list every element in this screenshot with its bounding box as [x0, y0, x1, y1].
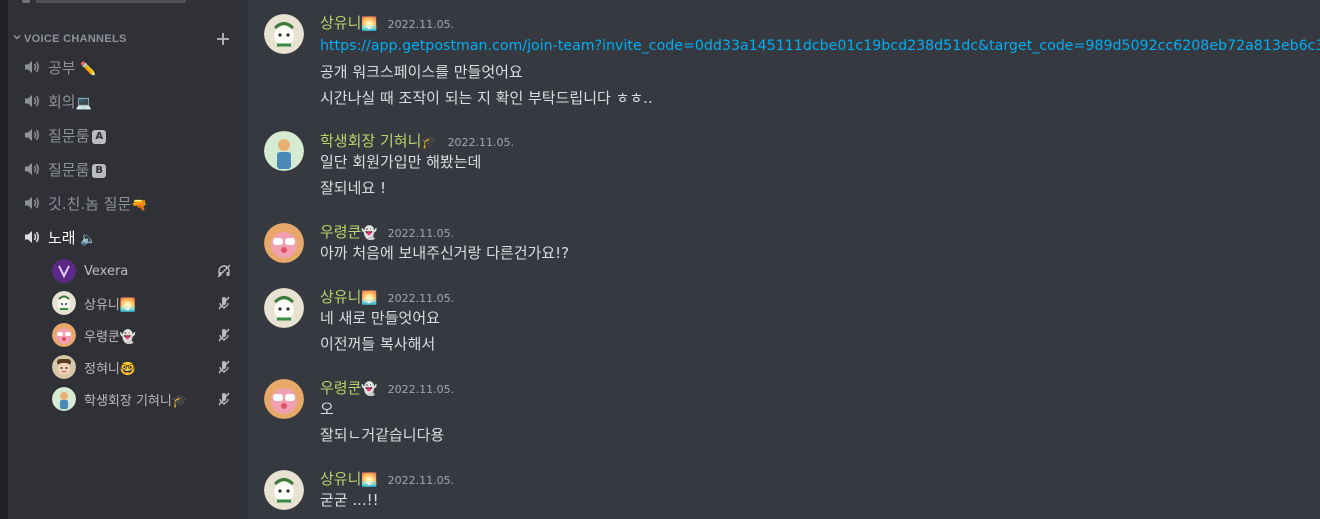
speaker-icon [25, 61, 39, 73]
message-text: 일단 회원가입만 해봤는데 [320, 153, 482, 171]
voice-user-name: Vexera [84, 263, 129, 279]
category-label: VOICE CHANNELS [24, 33, 127, 45]
voice-channels-category[interactable]: VOICE CHANNELS [8, 28, 248, 50]
muted-mic-icon [218, 296, 230, 310]
message-text: 이전꺼들 복사해서 [320, 335, 436, 353]
channel-name: 질문룸 [48, 160, 90, 179]
voice-user-woorung[interactable]: 우령쿤👻 [52, 321, 238, 349]
ghost-icon: 👻 [361, 226, 378, 241]
speaker-icon [25, 197, 39, 209]
muted-mic-icon [218, 328, 230, 342]
sunrise-icon: 🌅 [361, 291, 378, 306]
message-timestamp: 2022.11.05. [387, 474, 455, 487]
voice-user-sangyuni[interactable]: 상유니🌅 [52, 289, 238, 317]
voice-user-name: 학생회장 기혀니 [84, 393, 172, 409]
voice-channel-music[interactable]: 노래 🔈 [16, 222, 240, 252]
message-header: 우령쿤👻 2022.11.05. [320, 377, 454, 397]
voice-channel-study[interactable]: 공부 ✏️ [16, 52, 240, 82]
message-author[interactable]: 상유니🌅 [320, 12, 378, 33]
message-author[interactable]: 상유니🌅 [320, 468, 378, 489]
channel-name: 질문룸 [48, 126, 90, 145]
nerd-face-icon: 🤓 [119, 361, 137, 377]
message-text: 잘되네요 ! [320, 179, 386, 197]
chat-messages: 상유니🌅 2022.11.05. https://app.getpostman.… [248, 0, 1320, 519]
channel-name: 노래 [48, 228, 76, 247]
message-header: 상유니🌅 2022.11.05. [320, 12, 454, 32]
message-timestamp: 2022.11.05. [387, 227, 455, 240]
ghost-icon: 👻 [119, 329, 137, 345]
speaker-icon [25, 95, 39, 107]
chevron-down-icon [13, 34, 21, 40]
deafened-icon [217, 264, 231, 278]
speaker-icon [25, 231, 39, 243]
server-list-edge [0, 0, 8, 519]
speaker-icon [25, 163, 39, 175]
speaker-low-volume-icon: 🔈 [80, 231, 97, 247]
pink-face-avatar-icon [52, 323, 76, 347]
voice-user-name: 상유니 [84, 297, 120, 313]
message-text: 시간나실 때 조작이 되는 지 확인 부탁드립니다 ㅎㅎ.. [320, 89, 653, 107]
sunrise-icon: 🌅 [361, 17, 378, 32]
message-author[interactable]: 우령쿤👻 [320, 377, 378, 398]
message-text: 공개 워크스페이스를 만들엇어요 [320, 63, 523, 81]
voice-user-junghyeoni[interactable]: 정혀니🤓 [52, 353, 238, 381]
channel-sidebar: VOICE CHANNELS 공부 ✏️ 회의💻 질문룸 A 질문룸 B 깃.친.놈… [8, 0, 248, 519]
voice-channel-question-b[interactable]: 질문룸 B [16, 154, 240, 184]
graduation-cap-icon: 🎓 [421, 135, 438, 150]
message-author[interactable]: 우령쿤👻 [320, 221, 378, 242]
student-avatar-icon[interactable] [264, 131, 304, 171]
message-header: 학생회장 기혀니🎓 2022.11.05. [320, 130, 514, 150]
message-text: 잘되ㄴ거같습니다용 [320, 426, 445, 444]
add-channel-icon[interactable] [214, 30, 232, 48]
student-avatar-icon [52, 387, 76, 411]
pink-face-avatar-icon[interactable] [264, 379, 304, 419]
voice-user-vexera[interactable]: Vexera [52, 257, 238, 285]
message-text: 아까 처음에 보내주신거랑 다른건가요!? [320, 244, 570, 262]
message-text: 오 [320, 400, 334, 418]
muted-mic-icon [218, 360, 230, 374]
cartoon-avatar-icon[interactable] [264, 14, 304, 54]
voice-user-name: 정혀니 [84, 361, 120, 377]
cut-off-channel-row [22, 0, 222, 5]
sunrise-icon: 🌅 [119, 297, 137, 313]
speaker-icon [25, 129, 39, 141]
channel-name: 회의 [48, 92, 76, 111]
cartoon-avatar-icon[interactable] [264, 470, 304, 510]
voice-user-name: 우령쿤 [84, 329, 120, 345]
muted-mic-icon [218, 392, 230, 406]
vexera-logo-icon [52, 259, 76, 283]
message-author[interactable]: 학생회장 기혀니🎓 [320, 130, 438, 151]
letter-a-badge: A [92, 129, 107, 144]
sunrise-icon: 🌅 [361, 473, 378, 488]
graduation-cap-icon: 🎓 [171, 393, 189, 409]
voice-channel-meeting[interactable]: 회의💻 [16, 86, 240, 116]
water-pistol-icon: 🔫 [131, 197, 148, 213]
message-text: 굳굳 ...!! [320, 491, 379, 509]
message-author[interactable]: 상유니🌅 [320, 286, 378, 307]
boy-avatar-icon [52, 355, 76, 379]
ghost-icon: 👻 [361, 382, 378, 397]
laptop-icon: 💻 [75, 95, 92, 111]
invite-link[interactable]: https://app.getpostman.com/join-team?inv… [320, 36, 1320, 56]
message-timestamp: 2022.11.05. [387, 383, 455, 396]
pencil-icon: ✏️ [80, 61, 97, 77]
message-header: 우령쿤👻 2022.11.05. [320, 221, 454, 241]
voice-channel-question-a[interactable]: 질문룸 A [16, 120, 240, 150]
pink-face-avatar-icon[interactable] [264, 223, 304, 263]
message-timestamp: 2022.11.05. [447, 136, 515, 149]
channel-name: 공부 [48, 58, 76, 77]
letter-b-badge: B [92, 163, 107, 178]
cartoon-avatar-icon [52, 291, 76, 315]
voice-channel-git-question[interactable]: 깃.친.놈 질문🔫 [16, 188, 240, 218]
message-timestamp: 2022.11.05. [387, 18, 455, 31]
message-text: 네 새로 만들엇어요 [320, 309, 440, 327]
message-header: 상유니🌅 2022.11.05. [320, 468, 454, 488]
message-timestamp: 2022.11.05. [387, 292, 455, 305]
channel-name: 깃.친.놈 질문 [48, 194, 132, 213]
voice-user-student-president[interactable]: 학생회장 기혀니🎓 [52, 385, 238, 413]
message-header: 상유니🌅 2022.11.05. [320, 286, 454, 306]
cartoon-avatar-icon[interactable] [264, 288, 304, 328]
